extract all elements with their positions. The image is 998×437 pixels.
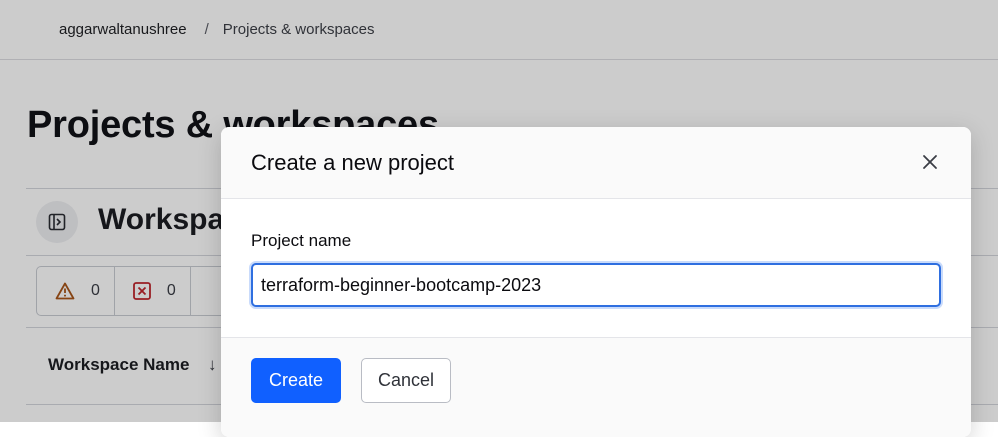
project-name-label: Project name	[251, 231, 352, 250]
create-button[interactable]: Create	[251, 358, 341, 403]
cancel-button[interactable]: Cancel	[361, 358, 451, 403]
project-name-input[interactable]	[251, 263, 941, 307]
modal-title: Create a new project	[251, 150, 454, 175]
close-icon	[923, 155, 937, 169]
modal-footer: Create Cancel	[221, 337, 971, 437]
close-button[interactable]	[917, 149, 943, 175]
modal-header: Create a new project	[221, 127, 971, 199]
create-project-modal: Create a new project Project name Create…	[221, 127, 971, 437]
